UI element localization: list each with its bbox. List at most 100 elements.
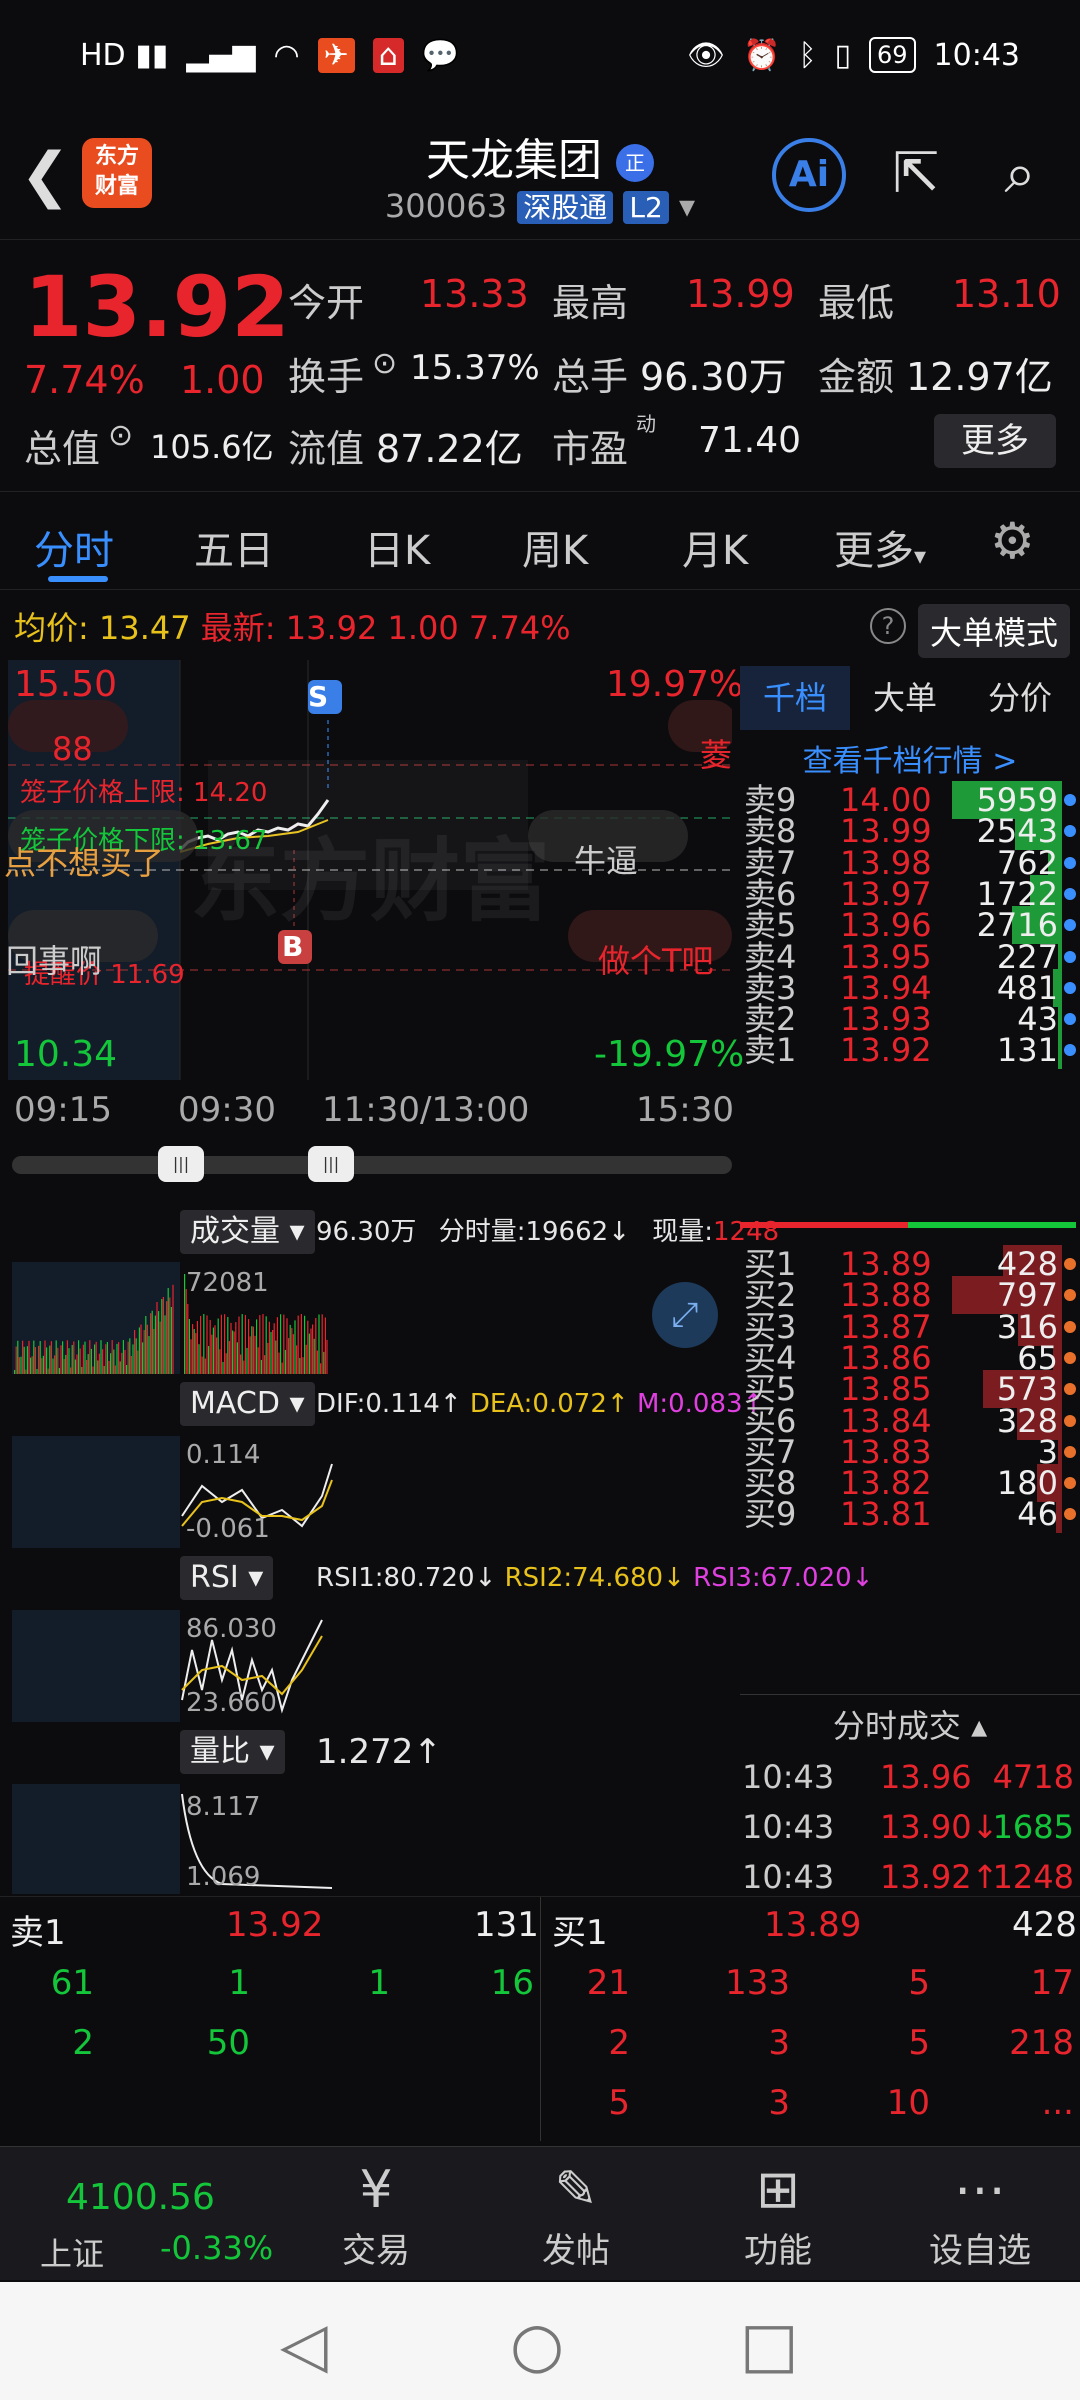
volume-selector[interactable]: 成交量 ▾ (180, 1210, 315, 1254)
volume-bar (211, 1334, 213, 1374)
volume-bar (209, 1320, 211, 1374)
tab-5day[interactable]: 五日 (194, 518, 274, 576)
recents-nav-icon[interactable]: □ (740, 2308, 799, 2381)
big-order-mode-button[interactable]: 大单模式 (918, 604, 1071, 658)
volume-bar (156, 1302, 158, 1374)
volume-bar (324, 1317, 326, 1374)
volume-bar (310, 1328, 312, 1374)
view-qiandang-link[interactable]: 查看千档行情 > (740, 736, 1080, 780)
rsi-bottom: 23.660 (186, 1688, 277, 1718)
volume-bar (227, 1316, 229, 1374)
volume-bar (154, 1315, 156, 1374)
volume-bar (216, 1337, 218, 1374)
macd-dif: DIF:0.114 (316, 1389, 440, 1419)
trade-price: 13.90↓ (880, 1808, 999, 1846)
home-nav-icon[interactable]: ○ (510, 2308, 564, 2381)
volume-info: 96.30万 分时量:19662↓ 现量:1248 (316, 1217, 780, 1247)
back-nav-icon[interactable]: ◁ (280, 2308, 328, 2381)
low-label: 最低 (818, 281, 895, 325)
gear-icon[interactable]: ⚙ (990, 512, 1035, 570)
rsi-selector[interactable]: RSI ▾ (180, 1556, 274, 1600)
pe-sup: 动 (636, 412, 656, 436)
tab-intraday[interactable]: 分时 (34, 518, 114, 576)
dot-icon (1064, 887, 1076, 900)
volume-bar (323, 1351, 325, 1374)
rsi-chart (12, 1610, 323, 1722)
dot-icon (1064, 1320, 1076, 1333)
volume-bar (264, 1355, 266, 1374)
volume-bar (145, 1316, 147, 1374)
volume-bar (116, 1343, 118, 1374)
chart-top-left: 15.50 (14, 664, 118, 705)
level-label: 买9 (744, 1495, 797, 1534)
wifi-icon: ◠ (273, 37, 300, 73)
volume-bar (58, 1367, 60, 1374)
volume-bar (312, 1324, 314, 1374)
trade-time: 10:43 (742, 1858, 835, 1896)
turnover-label: 换手 (288, 355, 365, 399)
help-icon[interactable]: ? (870, 608, 906, 644)
ai-button[interactable]: Ai (772, 138, 846, 212)
trades-header[interactable]: 分时成交 ▴ (740, 1694, 1080, 1747)
volume-bar (17, 1340, 19, 1374)
macd-bottom: -0.061 (186, 1514, 270, 1544)
search-icon[interactable]: ⌕ (980, 134, 1060, 214)
trade-time: 10:43 (742, 1758, 835, 1796)
index-value[interactable]: 4100.56 (66, 2177, 215, 2218)
comment-bubble[interactable]: 88 (52, 730, 93, 768)
tab-month-k[interactable]: 月K (682, 518, 748, 576)
comment-bubble[interactable]: 做个T吧 (598, 936, 714, 982)
info-icon[interactable]: ⊙ (108, 418, 133, 453)
tab-qiandang[interactable]: 千档 (740, 666, 850, 730)
volume-ratio-selector[interactable]: 量比 ▾ (180, 1730, 285, 1774)
orderbook-tabs: 千档 大单 分价 (740, 666, 1080, 730)
dot-icon (1064, 1044, 1076, 1057)
buy-order-size: 218 (1009, 2023, 1074, 2063)
nav-watchlist[interactable]: ⋯ 设自选 (900, 2157, 1060, 2272)
volume-bar (26, 1346, 28, 1374)
tab-price-dist[interactable]: 分价 (960, 666, 1080, 730)
expand-icon[interactable]: ⤢ (652, 1282, 718, 1348)
volume-bar (129, 1338, 131, 1374)
comment-bubble[interactable]: 点不想买了 (4, 838, 164, 884)
nav-post[interactable]: ✎ 发帖 (496, 2157, 656, 2272)
tab-day-k[interactable]: 日K (364, 518, 430, 576)
macd-selector[interactable]: MACD ▾ (180, 1382, 315, 1426)
pe-label: 市盈 (552, 427, 629, 471)
more-button[interactable]: 更多 (934, 414, 1056, 468)
volume-bar (280, 1314, 282, 1374)
volume-bar (208, 1346, 210, 1374)
info-icon[interactable]: ⊙ (372, 346, 397, 381)
sell-order-size: 2 (72, 2023, 94, 2063)
ask-row[interactable]: 卖1 13.92 131 (744, 1026, 1080, 1074)
comment-bubble[interactable]: 菱 (700, 730, 732, 776)
share-icon[interactable]: ⇱ (876, 134, 956, 214)
nav-trade[interactable]: ¥ 交易 (296, 2157, 456, 2272)
volume-bar (305, 1344, 307, 1374)
trade-volume: 1685 (992, 1808, 1074, 1846)
nav-function[interactable]: ⊞ 功能 (698, 2157, 858, 2272)
slider-handle[interactable]: ||| (158, 1146, 204, 1182)
volume-bar (25, 1369, 27, 1374)
volume-bar (94, 1344, 96, 1374)
tab-week-k[interactable]: 周K (522, 518, 588, 576)
volume-bar (130, 1355, 132, 1374)
comment-bubble[interactable]: 回事啊 (6, 936, 102, 982)
rsi-info: RSI1:80.720↓ RSI2:74.680↓ RSI3:67.020↓ (316, 1563, 874, 1593)
amount-value: 12.97亿 (906, 355, 1053, 399)
slider-handle[interactable]: ||| (308, 1146, 354, 1182)
volume-bar (79, 1348, 81, 1374)
volume-bar (122, 1340, 124, 1374)
chevron-down-icon: ▾ (289, 1386, 305, 1421)
bid-row[interactable]: 买9 13.81 46 (744, 1490, 1080, 1538)
index-name[interactable]: 上证 (40, 2229, 104, 2275)
tab-big-order[interactable]: 大单 (850, 666, 960, 730)
dot-icon (1064, 856, 1076, 869)
index-pct[interactable]: -0.33% (160, 2229, 273, 2267)
low-value: 13.10 (952, 272, 1061, 316)
volume-ratio-chart (12, 1784, 333, 1894)
book-divider (740, 1222, 1076, 1228)
range-slider[interactable]: ||| ||| (12, 1146, 732, 1182)
comment-bubble[interactable]: 牛逼 (574, 836, 638, 882)
tab-more[interactable]: 更多▾ (834, 518, 926, 576)
